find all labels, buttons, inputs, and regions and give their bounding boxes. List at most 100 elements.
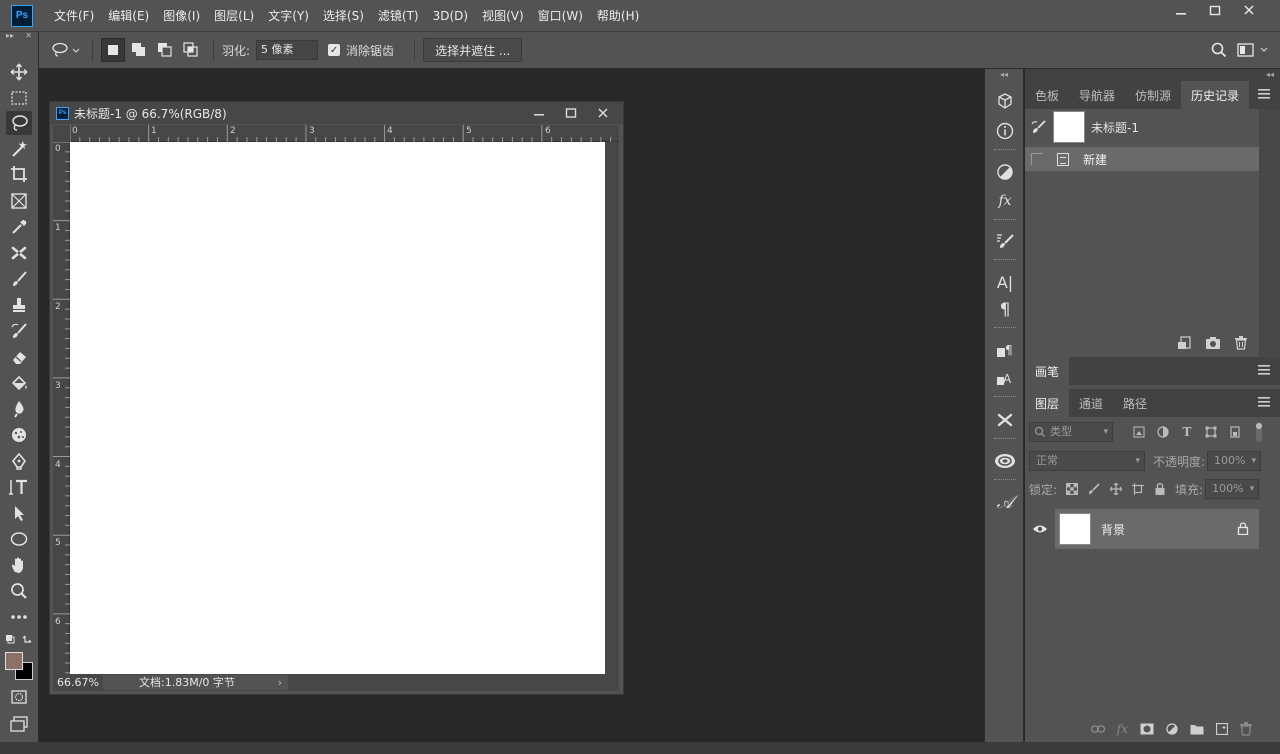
new-adjustment-layer-icon[interactable] [1166,723,1178,735]
lasso-preset-icon[interactable] [48,42,84,58]
menu-file[interactable]: 文件(F) [47,0,101,32]
history-snapshot[interactable]: 未标题-1 [1025,109,1280,145]
3d-icon[interactable] [992,89,1018,113]
tab-brushes[interactable]: 画笔 [1025,357,1070,385]
select-and-mask-button[interactable]: 选择并遮住 ... [423,38,523,62]
layer-row[interactable]: 背景 [1025,509,1259,549]
hand-tool-icon[interactable] [6,553,32,577]
healing-brush-tool-icon[interactable] [6,241,32,265]
eyedropper-tool-icon[interactable] [6,215,32,239]
tab-clone-source[interactable]: 仿制源 [1125,81,1181,109]
pen-tool-icon[interactable] [6,449,32,473]
vertical-ruler[interactable]: 0 1 2 3 4 5 6 [53,142,70,676]
intersect-selection-icon[interactable] [179,38,203,62]
menu-filter[interactable]: 滤镜(T) [371,0,426,32]
history-state[interactable]: 新建 [1025,147,1259,171]
pixel-layer-filter-icon[interactable] [1127,426,1151,438]
paragraph-styles-icon[interactable]: ¶ [992,338,1018,362]
menu-window[interactable]: 窗口(W) [531,0,590,32]
delete-layer-icon[interactable] [1240,722,1252,736]
add-selection-icon[interactable] [127,38,151,62]
search-icon[interactable] [1204,42,1234,58]
close-icon[interactable] [1232,0,1266,20]
new-group-icon[interactable] [1190,723,1204,735]
tab-navigator[interactable]: 导航器 [1069,81,1125,109]
color-swatches[interactable] [5,652,35,682]
tool-presets-icon[interactable] [992,408,1018,432]
document-close-icon[interactable] [587,102,619,124]
paint-bucket-tool-icon[interactable] [6,371,32,395]
menu-type[interactable]: 文字(Y) [261,0,316,32]
more-tools-icon[interactable] [6,605,32,629]
marquee-tool-icon[interactable] [6,86,32,110]
document-maximize-icon[interactable] [555,102,587,124]
clone-stamp-tool-icon[interactable] [6,293,32,317]
canvas[interactable] [70,142,605,676]
dock-collapse-icon[interactable]: ◂◂ [985,69,1023,81]
blur-tool-icon[interactable] [6,397,32,421]
chevron-right-icon[interactable]: › [278,675,282,690]
character-icon[interactable]: A| [992,270,1018,294]
lock-artboard-icon[interactable] [1127,483,1149,495]
foreground-color-swatch[interactable] [5,652,23,670]
document-minimize-icon[interactable] [523,102,555,124]
ruler-origin[interactable] [53,125,70,142]
tab-paths[interactable]: 路径 [1113,389,1157,417]
eraser-tool-icon[interactable] [6,345,32,369]
eye-icon[interactable] [1025,524,1055,534]
new-document-from-state-icon[interactable] [1177,336,1191,350]
menu-image[interactable]: 图像(I) [156,0,207,32]
workspace-icon[interactable] [1234,42,1274,58]
menu-layer[interactable]: 图层(L) [207,0,261,32]
quick-mask-icon[interactable] [6,685,32,709]
opacity-input[interactable]: 100% ▾ [1207,451,1262,471]
horizontal-ruler[interactable]: 0 1 2 3 4 5 6 [70,125,619,142]
layer-filter-kind-select[interactable]: 类型 ▾ [1029,422,1113,442]
document-info[interactable]: 文档:1.83M/0 字节 › [103,675,288,690]
fill-input[interactable]: 100% ▾ [1205,479,1260,499]
lock-all-icon[interactable] [1149,483,1171,495]
new-layer-icon[interactable] [1216,723,1228,735]
subtract-selection-icon[interactable] [153,38,177,62]
move-tool-icon[interactable] [6,60,32,84]
smart-object-filter-icon[interactable] [1223,426,1247,438]
tab-channels[interactable]: 通道 [1069,389,1113,417]
lock-position-icon[interactable] [1105,483,1127,495]
styles-fx-icon[interactable]: fx [992,189,1018,213]
type-layer-filter-icon[interactable]: T [1175,425,1199,439]
history-scrollbar[interactable] [1259,109,1280,379]
vertical-scrollbar[interactable] [605,142,619,676]
menu-3d[interactable]: 3D(D) [426,0,475,32]
menu-help[interactable]: 帮助(H) [590,0,646,32]
menu-view[interactable]: 视图(V) [475,0,531,32]
new-selection-icon[interactable] [101,38,125,62]
minimize-icon[interactable] [1164,0,1198,20]
tab-history[interactable]: 历史记录 [1181,81,1250,109]
feather-input[interactable]: 5 像素 [256,40,319,60]
trash-icon[interactable] [1235,336,1247,350]
type-tool-icon[interactable] [6,475,32,499]
history-brush-source-icon[interactable] [1031,119,1047,135]
link-layers-icon[interactable] [1090,725,1105,733]
brush-settings-icon[interactable] [992,229,1018,253]
panel-menu-icon[interactable] [1258,89,1270,99]
lock-transparent-icon[interactable] [1061,483,1083,495]
shape-layer-filter-icon[interactable] [1199,426,1223,438]
sponge-tool-icon[interactable] [6,423,32,447]
lock-icon[interactable] [1237,522,1249,535]
expand-panel-icon[interactable]: ▸▸ [6,32,14,42]
panels-collapse-icon[interactable]: ◂◂ [1025,69,1280,81]
camera-icon[interactable] [1205,336,1221,350]
layer-styles-fx-icon[interactable]: fx [1117,722,1128,736]
lasso-tool-icon[interactable] [6,111,32,135]
adjustments-icon[interactable] [992,160,1018,184]
history-source-box[interactable] [1031,153,1043,165]
layer-item[interactable]: 背景 [1055,509,1259,549]
menu-select[interactable]: 选择(S) [316,0,371,32]
crop-tool-icon[interactable] [6,162,32,186]
menu-edit[interactable]: 编辑(E) [101,0,156,32]
paragraph-icon[interactable]: ¶ [992,298,1018,322]
maximize-icon[interactable] [1198,0,1232,20]
adjustment-layer-filter-icon[interactable] [1151,426,1175,438]
ellipse-tool-icon[interactable] [6,527,32,551]
